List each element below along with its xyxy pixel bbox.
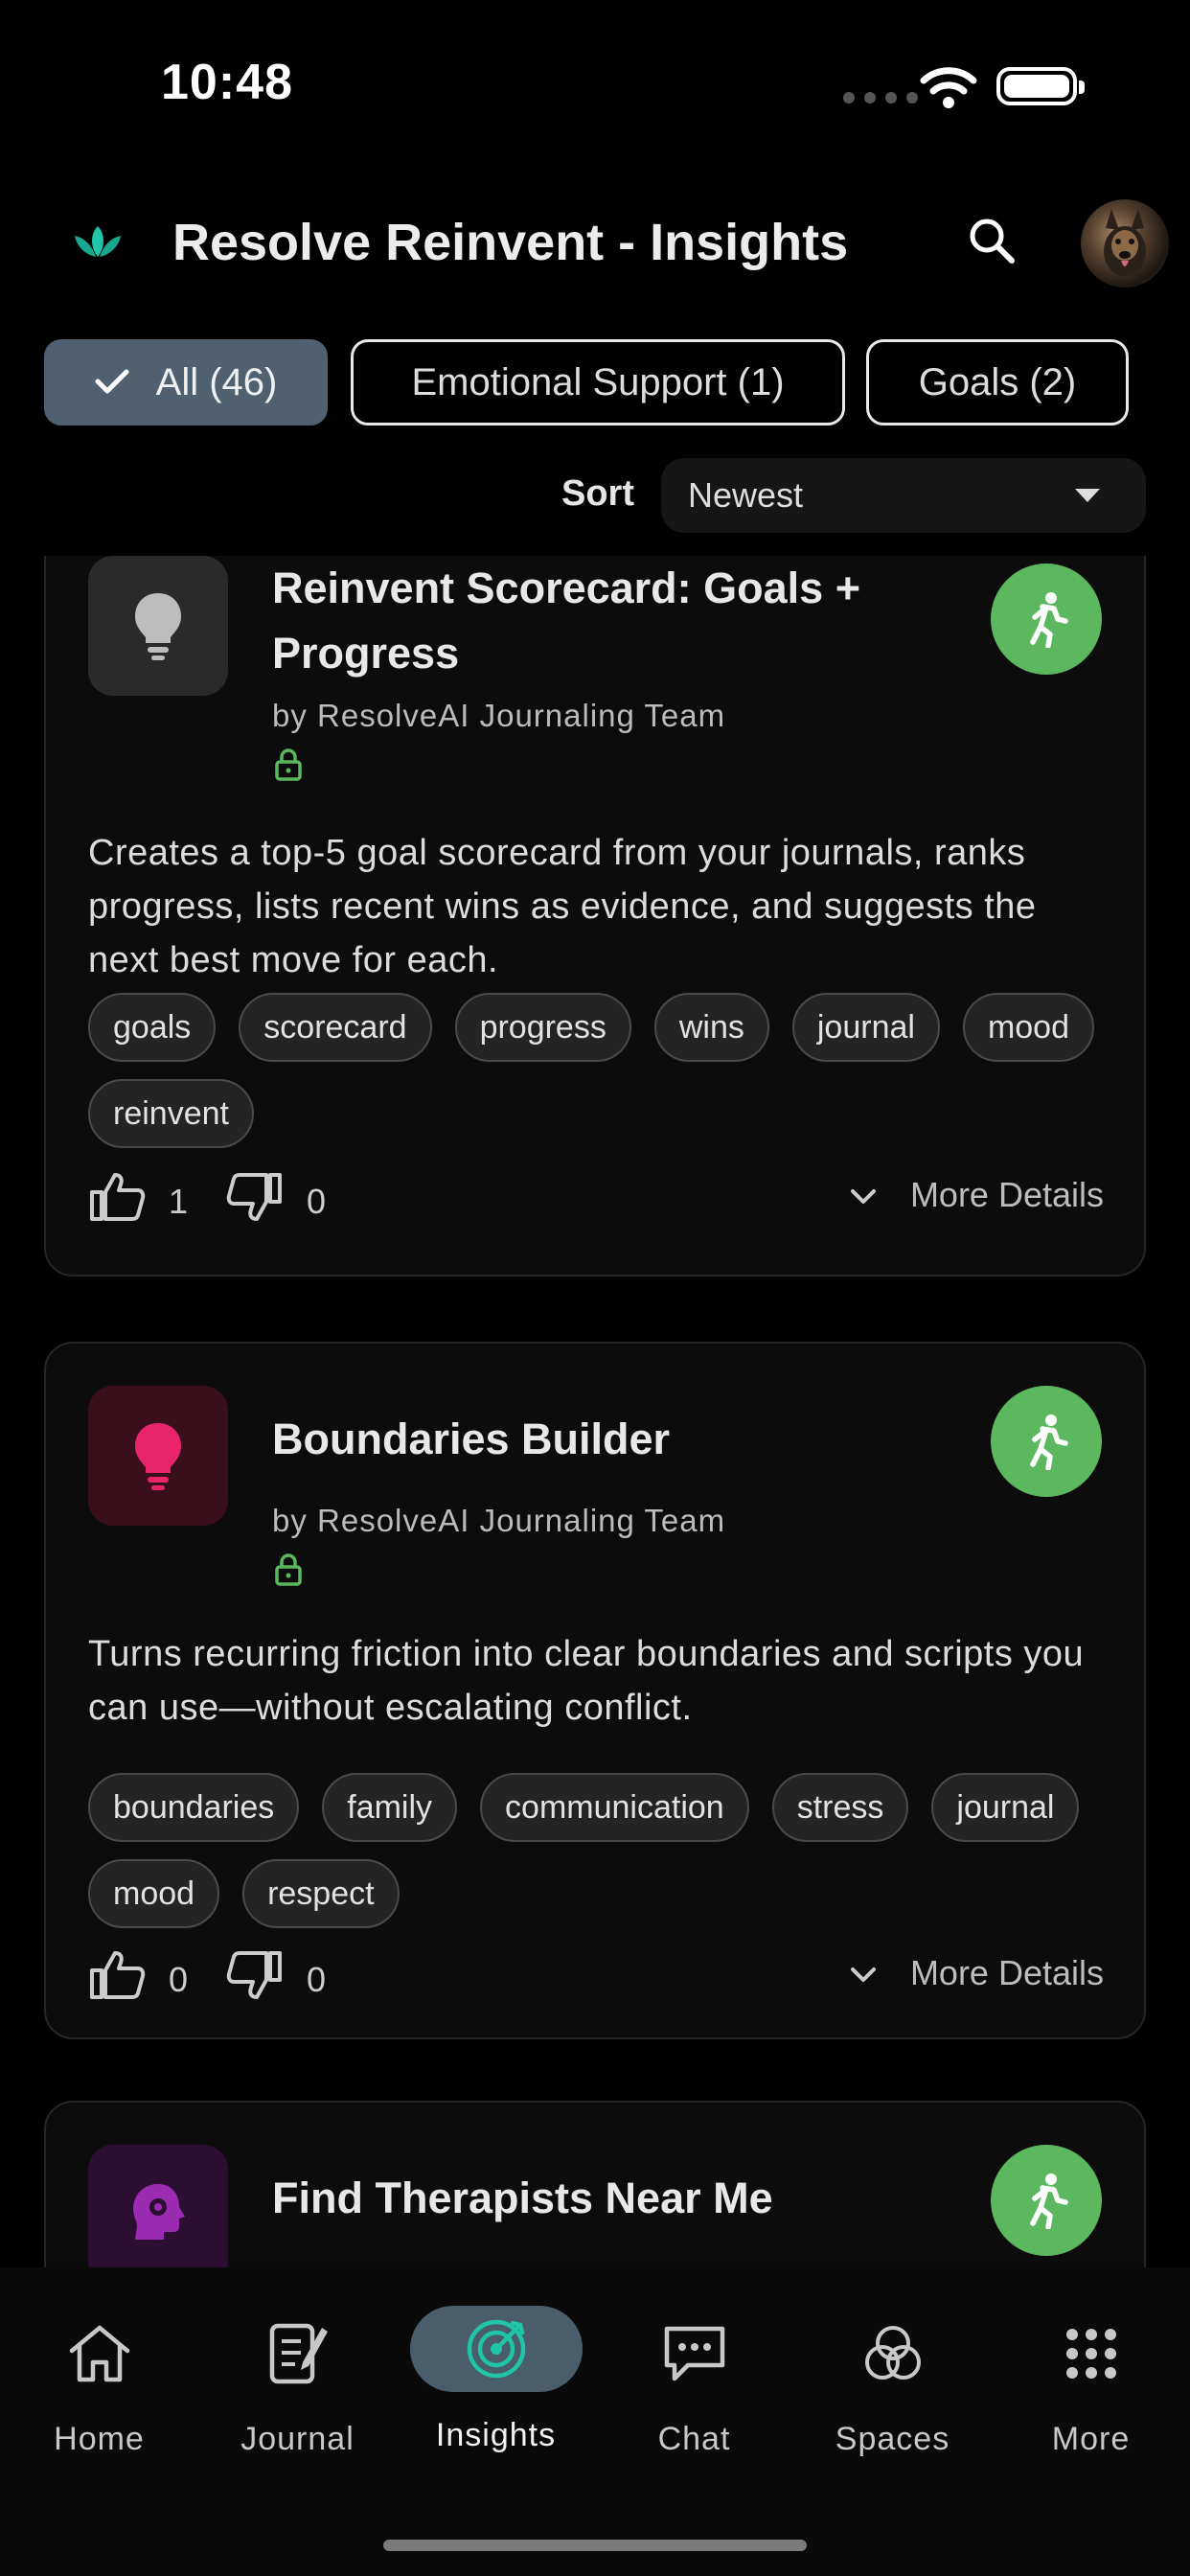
search-icon <box>970 218 1015 264</box>
home-icon <box>66 2315 133 2392</box>
battery-icon <box>996 67 1085 105</box>
tag[interactable]: family <box>322 1773 458 1842</box>
sort-dropdown[interactable]: Newest <box>661 458 1146 533</box>
nav-item-journal[interactable]: Journal <box>198 2267 397 2459</box>
more-details-label: More Details <box>909 1175 1104 1214</box>
filter-chip-label: All (46) <box>155 360 278 403</box>
card-description: Creates a top-5 goal scorecard from your… <box>88 833 1037 980</box>
spaces-icon <box>859 2315 927 2392</box>
like-count: 1 <box>169 1181 189 1221</box>
chevron-down-icon <box>1075 489 1100 502</box>
nav-label: Chat <box>657 2421 731 2457</box>
card-title: Find Therapists Near Me <box>272 2174 773 2222</box>
nav-label: Insights <box>435 2417 557 2453</box>
nav-label: More <box>1051 2421 1131 2457</box>
lightbulb-icon <box>135 1423 181 1490</box>
vote-controls: 0 0 <box>88 1949 364 2010</box>
chevron-down-icon <box>849 1953 878 1993</box>
more-details-label: More Details <box>909 1953 1104 1992</box>
running-person-icon <box>1030 2174 1068 2229</box>
tag-list: boundaries family communication stress j… <box>88 1773 1113 1928</box>
tag[interactable]: progress <box>454 993 631 1062</box>
wifi-icon <box>920 65 977 114</box>
tag-list: goals scorecard progress wins journal mo… <box>88 993 1113 1148</box>
tag[interactable]: scorecard <box>239 993 432 1062</box>
nav-item-insights[interactable]: Insights <box>397 2267 595 2459</box>
filter-chip-label: Goals (2) <box>918 360 1077 403</box>
tag[interactable]: journal <box>931 1773 1080 1842</box>
bottom-navigation: Home Journal Insights Chat Spaces More <box>0 2267 1190 2576</box>
dislike-count: 0 <box>307 1181 327 1221</box>
avatar[interactable] <box>1081 199 1169 288</box>
lock-icon <box>274 1552 303 1592</box>
running-person-icon <box>1030 592 1068 648</box>
tag[interactable]: mood <box>88 1859 220 1928</box>
nav-item-spaces[interactable]: Spaces <box>793 2267 992 2459</box>
card-title: Reinvent Scorecard: Goals + Progress <box>272 564 860 678</box>
dislike-count: 0 <box>307 1959 327 1999</box>
search-button[interactable] <box>962 211 1023 272</box>
chevron-down-icon <box>849 1175 878 1215</box>
filter-chip-label: Emotional Support (1) <box>411 360 785 403</box>
thumbs-up-icon[interactable] <box>88 1949 146 2010</box>
like-count: 0 <box>169 1959 189 1999</box>
cellular-signal-icon <box>843 92 918 104</box>
lock-icon <box>274 748 303 787</box>
tag[interactable]: wins <box>653 993 769 1062</box>
tag[interactable]: journal <box>791 993 940 1062</box>
tag[interactable]: reinvent <box>88 1079 254 1148</box>
tag[interactable]: respect <box>242 1859 400 1928</box>
thumbs-down-icon[interactable] <box>226 1171 284 1231</box>
run-insight-button[interactable] <box>991 564 1102 675</box>
journal-icon <box>266 2315 330 2392</box>
tag[interactable]: boundaries <box>88 1773 300 1842</box>
chat-icon <box>661 2315 728 2392</box>
insight-card[interactable]: Boundaries Builder by ResolveAI Journali… <box>44 1342 1146 2039</box>
card-tile <box>88 556 228 696</box>
sort-label: Sort <box>561 473 634 514</box>
lightbulb-icon <box>135 593 181 660</box>
nav-item-chat[interactable]: Chat <box>595 2267 793 2459</box>
card-author: by ResolveAI Journaling Team <box>272 698 726 733</box>
filter-chip-all[interactable]: All (46) <box>44 339 328 426</box>
more-details-toggle[interactable]: More Details <box>849 1175 1104 1215</box>
more-details-toggle[interactable]: More Details <box>849 1953 1104 1993</box>
thumbs-down-icon[interactable] <box>226 1949 284 2010</box>
tag[interactable]: goals <box>88 993 217 1062</box>
target-icon <box>409 2306 583 2392</box>
nav-label: Journal <box>240 2421 355 2457</box>
filter-chip-emotional-support[interactable]: Emotional Support (1) <box>351 339 845 426</box>
nav-label: Home <box>54 2421 145 2457</box>
nav-item-home[interactable]: Home <box>0 2267 198 2459</box>
status-time: 10:48 <box>161 55 293 110</box>
home-indicator[interactable] <box>383 2540 807 2551</box>
sort-value: Newest <box>688 475 804 515</box>
nav-item-more[interactable]: More <box>992 2267 1190 2459</box>
vote-controls: 1 0 <box>88 1171 364 1231</box>
run-insight-button[interactable] <box>991 2145 1102 2256</box>
filter-chip-goals[interactable]: Goals (2) <box>866 339 1129 426</box>
card-author: by ResolveAI Journaling Team <box>272 1503 726 1538</box>
app-logo-icon <box>73 222 123 265</box>
page-title: Resolve Reinvent - Insights <box>172 214 849 271</box>
thumbs-up-icon[interactable] <box>88 1171 146 1231</box>
tag[interactable]: communication <box>480 1773 749 1842</box>
card-tile <box>88 2145 228 2267</box>
tag[interactable]: mood <box>962 993 1095 1062</box>
card-tile <box>88 1386 228 1526</box>
head-gear-icon <box>133 2184 185 2240</box>
nav-label: Spaces <box>835 2421 950 2457</box>
grid-icon <box>1063 2315 1120 2392</box>
insight-card[interactable]: Reinvent Scorecard: Goals + Progress by … <box>44 556 1146 1276</box>
running-person-icon <box>1030 1414 1068 1470</box>
insight-card[interactable]: Find Therapists Near Me <box>44 2101 1146 2267</box>
run-insight-button[interactable] <box>991 1386 1102 1497</box>
insights-list[interactable]: Reinvent Scorecard: Goals + Progress by … <box>0 556 1190 2267</box>
card-description: Turns recurring friction into clear boun… <box>88 1634 1085 1728</box>
tag[interactable]: stress <box>771 1773 909 1842</box>
card-title: Boundaries Builder <box>272 1414 671 1463</box>
checkmark-icon <box>95 361 129 404</box>
